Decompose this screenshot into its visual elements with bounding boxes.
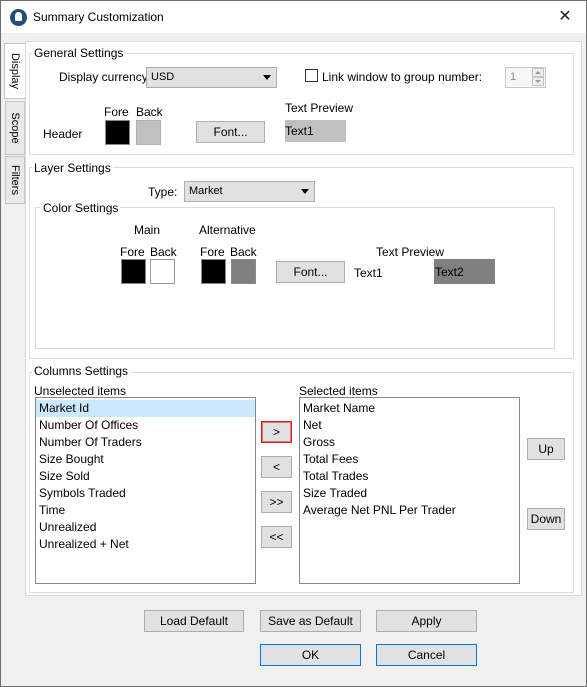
list-item[interactable]: Size Sold — [36, 468, 255, 485]
alt-back-color-swatch[interactable] — [231, 259, 256, 284]
layer-type-value: Market — [189, 185, 223, 197]
list-item[interactable]: Gross — [300, 434, 519, 451]
alt-fore-label: Fore — [200, 245, 225, 259]
header-font-button[interactable]: Font... — [196, 121, 265, 143]
tab-filters-label: Filters — [9, 165, 21, 195]
apply-button[interactable]: Apply — [376, 610, 477, 632]
main-label: Main — [134, 223, 161, 237]
main-back-label: Back — [150, 245, 177, 259]
display-currency-value: USD — [151, 71, 175, 83]
unselected-items-label: Unselected items — [34, 384, 127, 398]
layer-type-select[interactable]: Market — [184, 181, 315, 202]
spin-down-icon[interactable] — [532, 77, 544, 86]
move-down-button[interactable]: Down — [527, 508, 565, 530]
list-item[interactable]: Number Of Traders — [36, 434, 255, 451]
summary-customization-dialog: Summary Customization ✕ Display Scope Fi… — [0, 0, 587, 687]
close-icon[interactable]: ✕ — [554, 6, 576, 28]
tab-scope-label: Scope — [9, 112, 21, 144]
layer-font-button[interactable]: Font... — [276, 261, 345, 283]
alt-back-label: Back — [230, 245, 257, 259]
general-settings-label: General Settings — [32, 46, 126, 60]
list-item[interactable]: Time — [36, 502, 255, 519]
move-right-button[interactable]: > — [261, 421, 292, 443]
list-item[interactable]: Number Of Offices — [36, 417, 255, 434]
alt-fore-color-swatch[interactable] — [201, 259, 226, 284]
list-item[interactable]: Average Net PNL Per Trader — [300, 502, 519, 519]
layer-type-label: Type: — [148, 185, 178, 199]
move-all-left-button[interactable]: << — [261, 526, 292, 548]
unselected-items-list[interactable]: Market Id Number Of Offices Number Of Tr… — [35, 397, 256, 584]
list-item[interactable]: Size Bought — [36, 451, 255, 468]
selected-items-label: Selected items — [299, 384, 378, 398]
list-item[interactable]: Market Name — [300, 400, 519, 417]
header-fore-label: Fore — [104, 105, 129, 119]
layer-text2-preview: Text2 — [434, 259, 495, 284]
cancel-button[interactable]: Cancel — [376, 644, 477, 666]
main-fore-label: Fore — [120, 245, 145, 259]
move-up-button[interactable]: Up — [527, 438, 565, 460]
color-settings-label: Color Settings — [41, 201, 121, 215]
window-title: Summary Customization — [33, 10, 164, 24]
columns-settings-label: Columns Settings — [32, 364, 131, 378]
move-left-button[interactable]: < — [261, 456, 292, 478]
chevron-down-icon — [263, 75, 271, 80]
layer-settings-label: Layer Settings — [32, 161, 113, 175]
header-text-preview-label: Text Preview — [285, 101, 354, 115]
header-back-label: Back — [136, 105, 163, 119]
layer-text-preview-label: Text Preview — [376, 245, 445, 259]
display-currency-select[interactable]: USD — [146, 67, 277, 88]
list-item[interactable]: Symbols Traded — [36, 485, 255, 502]
list-item[interactable]: Size Traded — [300, 485, 519, 502]
header-label: Header — [43, 127, 83, 141]
tab-scope[interactable]: Scope — [5, 101, 25, 155]
app-icon — [10, 9, 27, 26]
ok-button[interactable]: OK — [260, 644, 361, 666]
list-item[interactable]: Total Trades — [300, 468, 519, 485]
chevron-down-icon — [301, 189, 309, 194]
list-item[interactable]: Unrealized + Net — [36, 536, 255, 553]
header-fore-color-swatch[interactable] — [105, 120, 130, 145]
main-back-color-swatch[interactable] — [150, 259, 175, 284]
link-window-checkbox[interactable] — [305, 69, 318, 82]
load-default-button[interactable]: Load Default — [144, 610, 244, 632]
list-item[interactable]: Net — [300, 417, 519, 434]
list-item[interactable]: Market Id — [36, 400, 255, 417]
header-back-color-swatch[interactable] — [136, 120, 161, 145]
layer-text1-preview: Text1 — [354, 266, 383, 280]
tab-display[interactable]: Display — [4, 43, 26, 99]
header-text-preview: Text1 — [285, 120, 346, 142]
display-currency-label: Display currency: — [59, 70, 152, 84]
group-number-spinner[interactable]: 1 — [505, 67, 546, 88]
tab-display-label: Display — [9, 52, 21, 90]
selected-items-list[interactable]: Market Name Net Gross Total Fees Total T… — [299, 397, 520, 584]
move-all-right-button[interactable]: >> — [261, 491, 292, 513]
main-fore-color-swatch[interactable] — [121, 259, 146, 284]
title-bar: Summary Customization ✕ — [1, 1, 586, 33]
group-number-value: 1 — [510, 71, 517, 83]
spin-up-icon[interactable] — [532, 68, 544, 77]
link-window-label: Link window to group number: — [322, 70, 483, 84]
list-item[interactable]: Unrealized — [36, 519, 255, 536]
alternative-label: Alternative — [199, 223, 256, 237]
save-as-default-button[interactable]: Save as Default — [260, 610, 361, 632]
tab-filters[interactable]: Filters — [5, 156, 25, 204]
layer-text2-preview-text: Text2 — [435, 265, 464, 279]
list-item[interactable]: Total Fees — [300, 451, 519, 468]
